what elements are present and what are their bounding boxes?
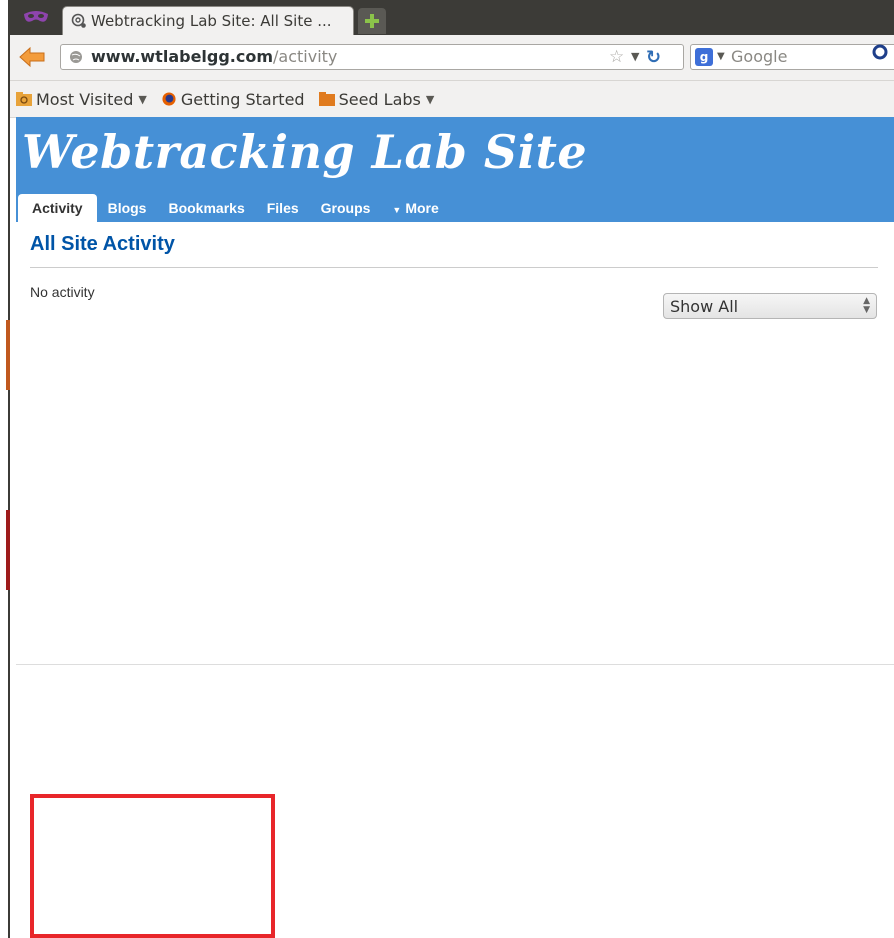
nav-item-activity[interactable]: Activity xyxy=(18,194,97,222)
highlight-rectangle xyxy=(30,794,275,938)
nav-item-files[interactable]: Files xyxy=(256,200,310,222)
bookmarks-toolbar: Most Visited ▼ Getting Started Seed Labs… xyxy=(10,81,894,118)
site-nav: Activity Blogs Bookmarks Files Groups ▼ M… xyxy=(16,194,450,222)
plus-icon xyxy=(365,14,379,28)
filter-selected-value: Show All xyxy=(670,297,739,316)
site-header: Webtracking Lab Site Activity Blogs Book… xyxy=(16,117,894,222)
globe-icon xyxy=(70,51,82,63)
select-arrows-icon: ▲ ▼ xyxy=(863,296,870,315)
nav-item-groups[interactable]: Groups xyxy=(310,200,382,222)
search-placeholder: Google xyxy=(731,47,788,66)
bookmark-getting-started[interactable]: Getting Started xyxy=(161,90,305,109)
bookmark-label: Seed Labs xyxy=(338,89,421,109)
site-title[interactable]: Webtracking Lab Site xyxy=(22,125,587,179)
private-browsing-mask-icon xyxy=(24,11,48,22)
folder-icon xyxy=(318,92,335,106)
empty-activity-message: No activity xyxy=(30,284,95,300)
chevron-down-icon: ▼ xyxy=(425,92,435,106)
new-tab-button[interactable] xyxy=(358,8,386,34)
bookmark-label: Getting Started xyxy=(180,89,305,109)
search-bar[interactable]: g ▼ Google xyxy=(690,44,894,70)
back-arrow-icon[interactable] xyxy=(18,45,46,69)
bookmarks-folder-icon xyxy=(16,92,32,106)
search-engine-dropdown-icon[interactable]: ▼ xyxy=(717,51,725,62)
url-text: www.wtlabelgg.com/activity xyxy=(91,47,337,67)
activity-filter-select[interactable]: Show All ▲ ▼ xyxy=(663,293,877,319)
bookmark-seed-labs[interactable]: Seed Labs ▼ xyxy=(318,89,435,109)
browser-tab-bar: Webtracking Lab Site: All Site ... xyxy=(10,0,894,35)
chevron-down-icon: ▼ xyxy=(138,92,147,106)
reload-icon[interactable]: ↻ xyxy=(646,47,661,68)
bookmark-label: Most Visited xyxy=(36,89,134,109)
url-path: /activity xyxy=(273,47,338,66)
page-title: All Site Activity xyxy=(30,233,175,255)
google-search-engine-icon[interactable]: g xyxy=(695,48,713,66)
nav-item-bookmarks[interactable]: Bookmarks xyxy=(157,200,255,222)
firefox-icon xyxy=(162,92,176,106)
nav-item-blogs[interactable]: Blogs xyxy=(97,200,158,222)
bookmark-most-visited[interactable]: Most Visited ▼ xyxy=(16,90,147,109)
browser-nav-bar: www.wtlabelgg.com/activity ☆ ▼ ↻ g ▼ Goo… xyxy=(10,35,894,81)
url-domain: www.wtlabelgg.com xyxy=(91,47,274,66)
tab-title: Webtracking Lab Site: All Site ... xyxy=(91,12,332,30)
footer-divider xyxy=(16,664,894,665)
divider xyxy=(30,267,878,268)
magnifier-icon[interactable] xyxy=(868,42,890,64)
address-bar[interactable]: www.wtlabelgg.com/activity ☆ ▼ ↻ xyxy=(60,44,684,70)
browser-tab-active[interactable]: Webtracking Lab Site: All Site ... xyxy=(62,6,354,35)
site-favicon-icon xyxy=(71,13,86,28)
nav-item-label: More xyxy=(405,200,439,216)
window-left-edge xyxy=(0,0,10,938)
chevron-down-icon: ▼ xyxy=(392,205,402,215)
bookmark-star-icon[interactable]: ☆ xyxy=(609,47,624,67)
url-history-dropdown-icon[interactable]: ▼ xyxy=(631,50,639,63)
nav-item-more[interactable]: ▼ More xyxy=(381,200,449,222)
